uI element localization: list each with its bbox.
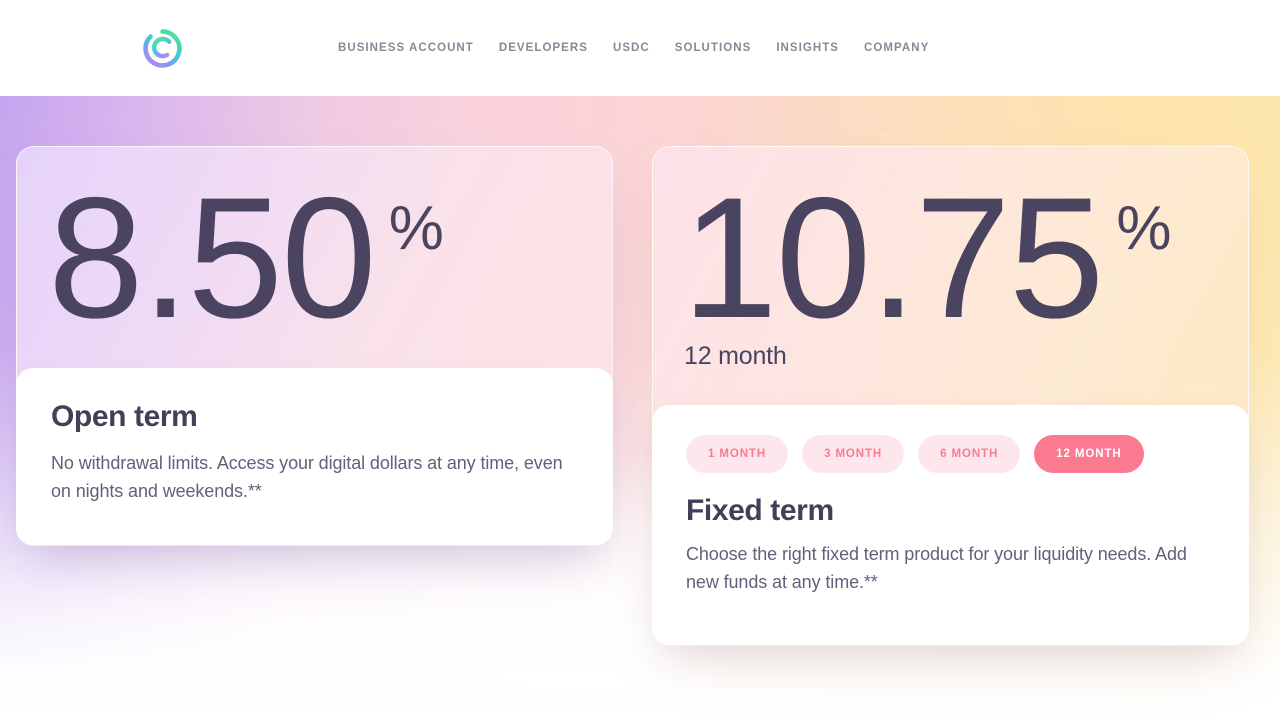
circle-logo-icon[interactable] <box>143 29 182 68</box>
main-navigation: BUSINESS ACCOUNT DEVELOPERS USDC SOLUTIO… <box>338 0 929 96</box>
open-term-description: No withdrawal limits. Access your digita… <box>51 453 563 501</box>
term-pill-3-month[interactable]: 3 MONTH <box>802 435 905 473</box>
term-pill-1-month[interactable]: 1 MONTH <box>686 435 789 473</box>
nav-item-business-account[interactable]: BUSINESS ACCOUNT <box>338 42 474 54</box>
open-term-rate-value: 8.50 <box>48 162 377 354</box>
nav-item-insights[interactable]: INSIGHTS <box>776 42 839 54</box>
term-pill-12-month[interactable]: 12 MONTH <box>1034 435 1144 473</box>
site-header: BUSINESS ACCOUNT DEVELOPERS USDC SOLUTIO… <box>0 0 1280 96</box>
open-term-percent-symbol: % <box>388 194 444 263</box>
fixed-term-selected-duration: 12 month <box>684 342 787 370</box>
nav-item-solutions[interactable]: SOLUTIONS <box>675 42 752 54</box>
fixed-term-panel: 1 MONTH 3 MONTH 6 MONTH 12 MONTH Fixed t… <box>652 405 1249 645</box>
fixed-term-title: Fixed term <box>686 494 834 527</box>
open-term-rate: 8.50 % <box>48 162 444 354</box>
open-term-panel: Open term No withdrawal limits. Access y… <box>16 368 613 545</box>
open-term-title: Open term <box>51 400 198 433</box>
nav-item-usdc[interactable]: USDC <box>613 42 650 54</box>
term-pill-6-month[interactable]: 6 MONTH <box>918 435 1021 473</box>
nav-item-developers[interactable]: DEVELOPERS <box>499 42 588 54</box>
fixed-term-rate-value: 10.75 <box>682 162 1104 354</box>
page-root: BUSINESS ACCOUNT DEVELOPERS USDC SOLUTIO… <box>0 0 1280 720</box>
fixed-term-duration-selector: 1 MONTH 3 MONTH 6 MONTH 12 MONTH <box>686 435 1215 473</box>
fixed-term-percent-symbol: % <box>1116 194 1172 263</box>
fixed-term-rate: 10.75 % <box>682 162 1172 354</box>
fixed-term-description: Choose the right fixed term product for … <box>686 544 1187 592</box>
nav-item-company[interactable]: COMPANY <box>864 42 929 54</box>
